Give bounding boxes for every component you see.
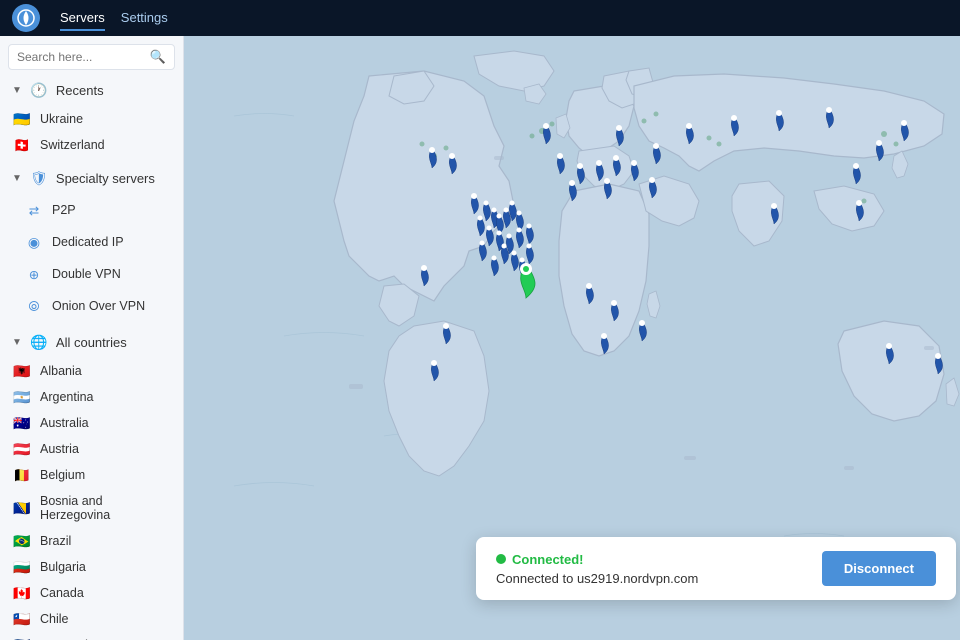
p2p-icon: ⇄ (24, 200, 44, 220)
sidebar-item-costa-rica[interactable]: 🇨🇷 Costa Rica (0, 632, 183, 640)
argentina-label: Argentina (40, 390, 171, 404)
disconnect-button[interactable]: Disconnect (822, 551, 936, 586)
tab-servers[interactable]: Servers (60, 6, 105, 31)
all-countries-section[interactable]: ▼ 🌐 All countries (0, 326, 183, 358)
connection-info: Connected! Connected to us2919.nordvpn.c… (496, 552, 698, 586)
sidebar-item-albania[interactable]: 🇦🇱 Albania (0, 358, 183, 384)
sidebar-item-brazil[interactable]: 🇧🇷 Brazil (0, 528, 183, 554)
sidebar-item-p2p[interactable]: ⇄ P2P (0, 194, 183, 226)
topbar: Servers Settings (0, 0, 960, 36)
sidebar-item-ukraine[interactable]: 🇺🇦 Ukraine (0, 106, 183, 132)
sidebar-item-bulgaria[interactable]: 🇧🇬 Bulgaria (0, 554, 183, 580)
austria-flag: 🇦🇹 (12, 442, 32, 456)
sidebar-item-belgium[interactable]: 🇧🇪 Belgium (0, 462, 183, 488)
double-vpn-icon: ⊕ (24, 264, 44, 284)
top-nav: Servers Settings (60, 6, 168, 31)
globe-icon: 🌐 (30, 333, 48, 351)
sidebar: 🔍 ▼ 🕐 Recents 🇺🇦 Ukraine 🇨🇭 Switzerland … (0, 36, 184, 640)
map-area: Connected! Connected to us2919.nordvpn.c… (184, 36, 960, 640)
all-countries-label: All countries (56, 335, 127, 350)
main-layout: 🔍 ▼ 🕐 Recents 🇺🇦 Ukraine 🇨🇭 Switzerland … (0, 36, 960, 640)
recents-chevron: ▼ (12, 85, 22, 96)
albania-label: Albania (40, 364, 171, 378)
sidebar-item-bosnia[interactable]: 🇧🇦 Bosnia and Herzegovina (0, 488, 183, 528)
sidebar-item-austria[interactable]: 🇦🇹 Austria (0, 436, 183, 462)
search-icon: 🔍 (150, 49, 166, 65)
specialty-chevron: ▼ (12, 173, 22, 184)
brazil-flag: 🇧🇷 (12, 534, 32, 548)
ukraine-label: Ukraine (40, 112, 171, 126)
sidebar-item-canada[interactable]: 🇨🇦 Canada (0, 580, 183, 606)
specialty-label: Specialty servers (56, 171, 155, 186)
recents-section[interactable]: ▼ 🕐 Recents (0, 74, 183, 106)
austria-label: Austria (40, 442, 171, 456)
sidebar-item-australia[interactable]: 🇦🇺 Australia (0, 410, 183, 436)
connection-bar: Connected! Connected to us2919.nordvpn.c… (476, 537, 956, 600)
bosnia-flag: 🇧🇦 (12, 501, 32, 515)
search-box: 🔍 (8, 44, 175, 70)
switzerland-label: Switzerland (40, 138, 171, 152)
switzerland-flag: 🇨🇭 (12, 138, 32, 152)
australia-flag: 🇦🇺 (12, 416, 32, 430)
chile-label: Chile (40, 612, 171, 626)
brazil-label: Brazil (40, 534, 171, 548)
onion-vpn-label: Onion Over VPN (52, 299, 145, 313)
albania-flag: 🇦🇱 (12, 364, 32, 378)
sidebar-item-chile[interactable]: 🇨🇱 Chile (0, 606, 183, 632)
specialty-section[interactable]: ▼ 🛡 Specialty servers (0, 162, 183, 194)
app-logo (12, 4, 40, 32)
dedicated-ip-icon: ◉ (24, 232, 44, 252)
bulgaria-flag: 🇧🇬 (12, 560, 32, 574)
p2p-label: P2P (52, 203, 76, 217)
belgium-label: Belgium (40, 468, 171, 482)
connected-label-text: Connected! (512, 552, 584, 567)
status-dot (496, 554, 506, 564)
connected-status: Connected! (496, 552, 698, 567)
canada-flag: 🇨🇦 (12, 586, 32, 600)
server-address: Connected to us2919.nordvpn.com (496, 571, 698, 586)
bulgaria-label: Bulgaria (40, 560, 171, 574)
sidebar-item-double-vpn[interactable]: ⊕ Double VPN (0, 258, 183, 290)
search-input[interactable] (17, 50, 144, 64)
double-vpn-label: Double VPN (52, 267, 121, 281)
ukraine-flag: 🇺🇦 (12, 112, 32, 126)
tab-settings[interactable]: Settings (121, 6, 168, 31)
clock-icon: 🕐 (30, 81, 48, 99)
canada-label: Canada (40, 586, 171, 600)
onion-icon: ⦾ (24, 296, 44, 316)
bosnia-label: Bosnia and Herzegovina (40, 494, 171, 522)
belgium-flag: 🇧🇪 (12, 468, 32, 482)
argentina-flag: 🇦🇷 (12, 390, 32, 404)
sidebar-item-dedicated-ip[interactable]: ◉ Dedicated IP (0, 226, 183, 258)
sidebar-item-argentina[interactable]: 🇦🇷 Argentina (0, 384, 183, 410)
dedicated-ip-label: Dedicated IP (52, 235, 124, 249)
recents-label: Recents (56, 83, 104, 98)
specialty-icon: 🛡 (30, 169, 48, 187)
countries-chevron: ▼ (12, 337, 22, 348)
sidebar-item-onion-over-vpn[interactable]: ⦾ Onion Over VPN (0, 290, 183, 322)
australia-label: Australia (40, 416, 171, 430)
sidebar-item-switzerland[interactable]: 🇨🇭 Switzerland (0, 132, 183, 158)
chile-flag: 🇨🇱 (12, 612, 32, 626)
